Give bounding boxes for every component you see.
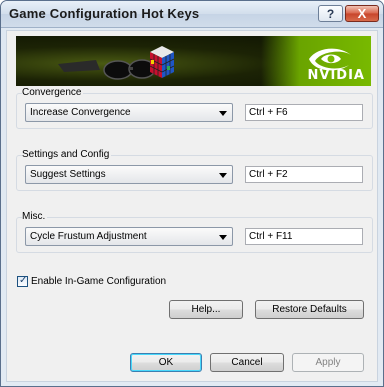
select-value: Increase Convergence [30,107,131,118]
misc-hotkey-field[interactable]: Ctrl + F11 [245,228,363,245]
title-bar[interactable]: Game Configuration Hot Keys ? X [1,1,383,28]
close-button[interactable]: X [345,5,379,22]
apply-button-label: Apply [315,357,341,368]
nvidia-banner: NVIDIA [16,36,371,86]
misc-action-select[interactable]: Cycle Frustum Adjustment [25,227,233,246]
cancel-button[interactable]: Cancel [210,353,284,372]
group-label: Convergence [22,87,84,98]
checkmark-icon: ✓ [19,274,28,286]
group-settings-and-config: Settings and Config Suggest Settings Ctr… [16,149,373,191]
help-button[interactable]: Help... [169,300,243,319]
enable-ingame-config-checkbox[interactable]: ✓ [17,274,28,287]
hotkey-value: Ctrl + F6 [249,107,288,118]
cancel-button-label: Cancel [231,357,263,368]
window-title: Game Configuration Hot Keys [9,6,200,21]
chevron-down-icon [219,173,227,178]
group-label: Settings and Config [22,149,112,160]
question-icon: ? [326,6,335,21]
group-misc: Misc. Cycle Frustum Adjustment Ctrl + F1… [16,211,373,253]
help-title-button[interactable]: ? [318,5,343,22]
close-icon: X [357,6,367,21]
ok-button-label: OK [158,357,174,368]
apply-button[interactable]: Apply [292,353,364,372]
select-value: Suggest Settings [30,169,106,180]
hotkey-value: Ctrl + F2 [249,169,288,180]
group-convergence: Convergence Increase Convergence Ctrl + … [16,87,373,129]
settings-hotkey-field[interactable]: Ctrl + F2 [245,166,363,183]
convergence-action-select[interactable]: Increase Convergence [25,103,233,122]
brand-panel: NVIDIA [261,36,371,86]
dialog-window: Game Configuration Hot Keys ? X NVIDIA C… [0,0,384,387]
chevron-down-icon [219,235,227,240]
dialog-body: NVIDIA Convergence Increase Convergence … [6,30,378,382]
settings-action-select[interactable]: Suggest Settings [25,165,233,184]
chevron-down-icon [219,111,227,116]
help-button-label: Help... [191,304,221,315]
hotkey-value: Ctrl + F11 [249,231,293,242]
restore-defaults-button[interactable]: Restore Defaults [255,300,364,319]
group-label: Misc. [22,211,48,222]
restore-defaults-button-label: Restore Defaults [272,304,347,315]
select-value: Cycle Frustum Adjustment [30,231,147,242]
brand-text: NVIDIA [307,68,365,83]
convergence-hotkey-field[interactable]: Ctrl + F6 [245,104,363,121]
enable-ingame-config-label[interactable]: Enable In-Game Configuration [31,276,166,287]
ok-button[interactable]: OK [130,353,202,372]
stereo-glasses-cube-image [58,46,175,80]
enable-ingame-config-row[interactable]: ✓ Enable In-Game Configuration [17,274,166,288]
